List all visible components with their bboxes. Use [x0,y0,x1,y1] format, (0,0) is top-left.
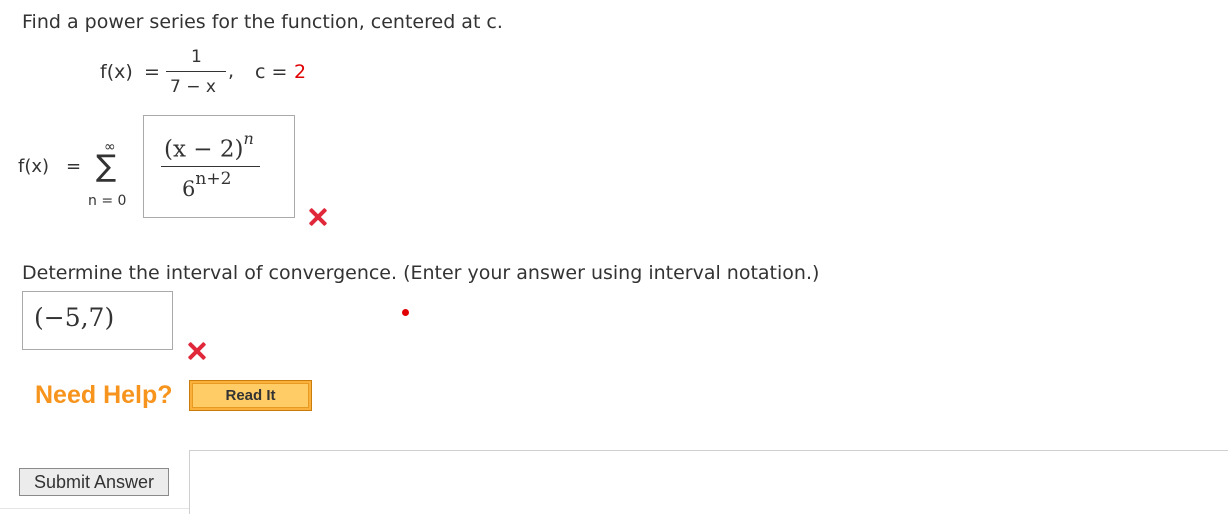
divider-vertical [189,450,190,514]
sigma-icon: ∑ [96,149,117,184]
read-it-button[interactable]: Read It [189,380,312,411]
read-it-label: Read It [192,383,309,408]
function-denominator: 7 − x [170,77,216,97]
sigma-lower-limit: n = 0 [88,193,127,209]
divider [189,450,1228,451]
interval-answer-input[interactable]: (−5,7) [22,291,173,350]
c-label: c = [255,61,288,83]
function-label: f(x) [100,61,133,83]
series-label: f(x) [18,156,50,177]
answer-numerator: (x − 2)n [164,129,254,163]
incorrect-x-icon [307,206,329,228]
divider-bottom [0,508,189,509]
answer-fraction-bar [161,166,260,167]
series-answer-input[interactable]: (x − 2)n 6n+2 [143,115,295,218]
question-prompt: Find a power series for the function, ce… [22,11,503,33]
c-value: 2 [294,61,307,83]
function-equals: = [144,61,160,83]
need-help-label: Need Help? [35,381,173,409]
answer-denominator: 6n+2 [182,169,232,201]
function-fraction-bar [166,71,226,72]
function-numerator: 1 [191,47,202,67]
series-equals: = [66,156,82,177]
interval-answer-value: (−5,7) [34,303,115,332]
incorrect-x-icon [186,340,208,362]
function-comma: , [228,60,235,82]
submit-answer-button[interactable]: Submit Answer [19,468,169,496]
interval-prompt: Determine the interval of convergence. (… [22,262,820,284]
red-dot [402,309,409,316]
